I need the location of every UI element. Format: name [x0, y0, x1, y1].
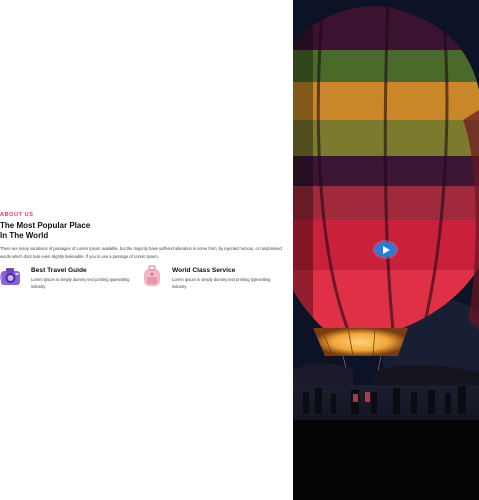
feature-text: Lorem Ipsum is simply dummy text printin…	[172, 277, 271, 289]
play-button[interactable]	[375, 242, 396, 257]
feature-title: World Class Service	[172, 267, 236, 274]
feature-title: Best Travel Guide	[31, 267, 87, 274]
feature-best-travel-guide: Best Travel Guide Lorem Ipsum is simply …	[0, 265, 140, 291]
play-icon	[383, 245, 390, 254]
section-description: There are many variations of passages of…	[0, 246, 282, 259]
feature-text: Lorem Ipsum is simply dummy text printin…	[31, 277, 130, 289]
feature-world-class-service: World Class Service Lorem Ipsum is simpl…	[141, 265, 286, 291]
section-title-line-1: The Most Popular Place	[0, 221, 91, 230]
about-section: ABOUT US The Most Popular Place In The W…	[0, 0, 293, 500]
camera-icon	[0, 268, 20, 285]
section-title: The Most Popular Place In The World	[0, 221, 200, 241]
section-title-line-2: In The World	[0, 231, 49, 240]
backpack-icon	[144, 265, 160, 286]
section-eyebrow: ABOUT US	[0, 212, 34, 218]
